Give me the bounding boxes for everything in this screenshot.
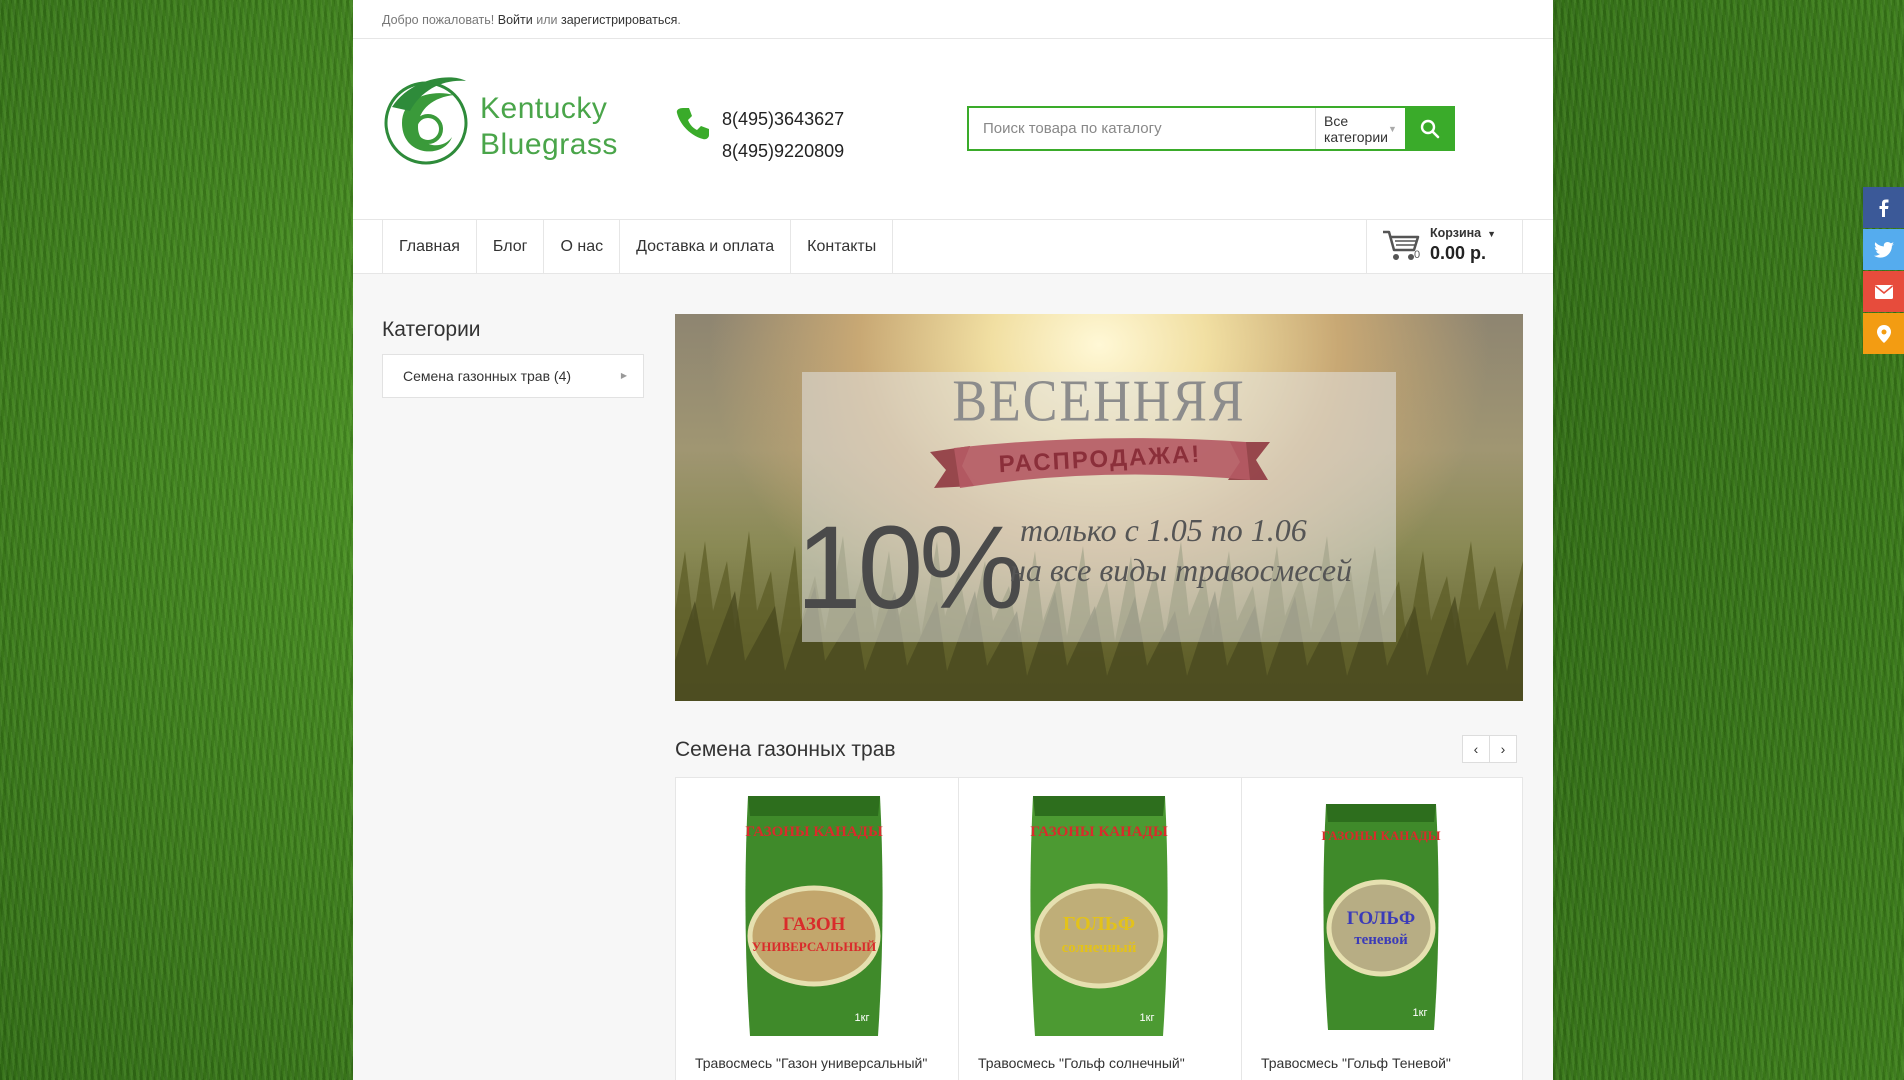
- sidebar: Категории Семена газонных трав (4) ▶: [382, 318, 644, 398]
- location-icon: [1876, 324, 1891, 343]
- logo[interactable]: Kentucky Bluegrass: [382, 67, 627, 177]
- social-sidebar: [1863, 187, 1904, 355]
- banner-dates-text: только с 1.05 по 1.06: [1020, 512, 1307, 548]
- pack-label-bottom: солнечный: [1062, 940, 1137, 956]
- header: Kentucky Bluegrass 8(495)3643627 8(495)9…: [353, 39, 1553, 220]
- nav-item-delivery[interactable]: Доставка и оплата: [620, 220, 792, 273]
- pack-label-bottom: теневой: [1354, 932, 1408, 948]
- banner-percent: 10%: [796, 502, 1024, 634]
- category-select[interactable]: Все категории ▼: [1316, 108, 1405, 149]
- pack-brand: ГАЗОНЫ КАНАДЫ: [745, 824, 883, 840]
- twitter-button[interactable]: [1863, 229, 1904, 270]
- email-button[interactable]: [1863, 271, 1904, 312]
- welcome-text: Добро пожаловать!: [382, 13, 495, 27]
- login-link[interactable]: Войти: [498, 13, 533, 27]
- banner-all-text: на все виды травосмесей: [1010, 552, 1353, 588]
- nav-item-contacts[interactable]: Контакты: [791, 220, 894, 273]
- or-text: или: [536, 13, 558, 27]
- carousel-next-button[interactable]: ›: [1489, 735, 1517, 763]
- cart-total: 0.00 р.: [1430, 243, 1487, 263]
- caret-down-icon: ▼: [1487, 229, 1497, 239]
- carousel-controls: ‹ ›: [1462, 735, 1517, 763]
- chevron-left-icon: ‹: [1473, 741, 1479, 757]
- cart-count: 0: [1414, 249, 1421, 261]
- logo-text: Kentucky Bluegrass: [480, 91, 618, 163]
- product-card[interactable]: ГАЗОНЫ КАНАДЫ ГОЛЬФ солнечный 1кг Травос…: [959, 778, 1242, 1080]
- pack-label-top: ГОЛЬФ: [1347, 908, 1416, 929]
- phone-icon: [676, 108, 709, 140]
- carousel-prev-button[interactable]: ‹: [1462, 735, 1490, 763]
- phone-number-2[interactable]: 8(495)9220809: [722, 135, 844, 167]
- section-title: Семена газонных трав: [675, 738, 896, 761]
- nav-item-blog[interactable]: Блог: [477, 220, 545, 273]
- sidebar-category-label: Семена газонных трав (4): [403, 368, 572, 384]
- facebook-icon: [1879, 199, 1888, 217]
- banner-spring-text: ВЕСЕННЯЯ: [952, 368, 1246, 435]
- page: Добро пожаловать! Войти или зарегистриро…: [353, 0, 1553, 1080]
- pack-label-bottom: УНИВЕРСАЛЬНЫЙ: [752, 939, 877, 954]
- twitter-icon: [1873, 241, 1894, 258]
- pack-brand: ГАЗОНЫ КАНАДЫ: [1030, 824, 1168, 840]
- pack-label-top: ГАЗОН: [783, 914, 846, 935]
- sidebar-category-lawn-seeds[interactable]: Семена газонных трав (4) ▶: [382, 354, 644, 398]
- promo-banner[interactable]: ВЕСЕННЯЯ РАСПРОДАЖА! 10% только с 1.05 п…: [675, 314, 1523, 701]
- pack-label-top: ГОЛЬФ: [1063, 913, 1135, 935]
- logo-line-1: Kentucky: [480, 92, 608, 125]
- phone-numbers: 8(495)3643627 8(495)9220809: [722, 103, 844, 167]
- nav-items: Главная Блог О нас Доставка и оплата Кон…: [382, 220, 894, 273]
- logo-emblem-icon: [384, 77, 468, 165]
- product-card[interactable]: ГАЗОНЫ КАНАДЫ ГАЗОН УНИВЕРСАЛЬНЫЙ 1кг Тр…: [676, 778, 959, 1080]
- cart-label: Корзина ▼: [1430, 226, 1496, 240]
- search-icon: [1420, 119, 1440, 138]
- product-name[interactable]: Травосмесь "Гольф Теневой": [1261, 1055, 1451, 1071]
- cart-widget[interactable]: 0 Корзина ▼ 0.00 р.: [1366, 220, 1523, 273]
- product-name[interactable]: Травосмесь "Гольф солнечный": [978, 1055, 1185, 1071]
- nav-item-about[interactable]: О нас: [544, 220, 621, 273]
- category-select-value: Все категории: [1324, 112, 1388, 145]
- register-link[interactable]: зарегистрироваться: [561, 13, 677, 27]
- banner-text-panel: ВЕСЕННЯЯ РАСПРОДАЖА! 10% только с 1.05 п…: [796, 369, 1396, 642]
- location-button[interactable]: [1863, 313, 1904, 354]
- chevron-right-icon: ›: [1500, 741, 1506, 757]
- search-form: Все категории ▼: [967, 106, 1523, 151]
- product-image[interactable]: ГАЗОНЫ КАНАДЫ ГОЛЬФ солнечный 1кг: [1027, 796, 1171, 1036]
- chevron-right-icon: ▶: [620, 371, 627, 380]
- pack-weight: 1кг: [1140, 1012, 1155, 1024]
- sidebar-title: Категории: [382, 318, 481, 341]
- period-text: .: [677, 13, 681, 27]
- pack-brand: ГАЗОНЫ КАНАДЫ: [1321, 828, 1440, 843]
- dropdown-arrow-icon: ▼: [1387, 123, 1397, 134]
- product-carousel: ГАЗОНЫ КАНАДЫ ГАЗОН УНИВЕРСАЛЬНЫЙ 1кг Тр…: [675, 777, 1523, 1080]
- product-card[interactable]: ГАЗОНЫ КАНАДЫ ГОЛЬФ теневой 1кг Травосме…: [1242, 778, 1524, 1080]
- pack-weight: 1кг: [855, 1012, 870, 1024]
- logo-line-2: Bluegrass: [480, 128, 618, 161]
- pack-weight: 1кг: [1413, 1007, 1428, 1019]
- main-nav: Главная Блог О нас Доставка и оплата Кон…: [353, 220, 1553, 274]
- cart-label-text: Корзина: [1430, 226, 1482, 240]
- welcome-bar: Добро пожаловать! Войти или зарегистриро…: [353, 0, 1553, 39]
- facebook-button[interactable]: [1863, 187, 1904, 228]
- search-button[interactable]: [1404, 106, 1455, 151]
- search-box: Все категории ▼: [967, 106, 1405, 151]
- product-image[interactable]: ГАЗОНЫ КАНАДЫ ГОЛЬФ теневой 1кг: [1320, 804, 1442, 1030]
- product-name[interactable]: Травосмесь "Газон универсальный": [695, 1055, 927, 1071]
- search-input[interactable]: [969, 108, 1316, 149]
- email-icon: [1874, 284, 1893, 299]
- product-image[interactable]: ГАЗОНЫ КАНАДЫ ГАЗОН УНИВЕРСАЛЬНЫЙ 1кг: [742, 796, 886, 1036]
- nav-item-home[interactable]: Главная: [383, 220, 477, 273]
- phone-number-1[interactable]: 8(495)3643627: [722, 103, 844, 135]
